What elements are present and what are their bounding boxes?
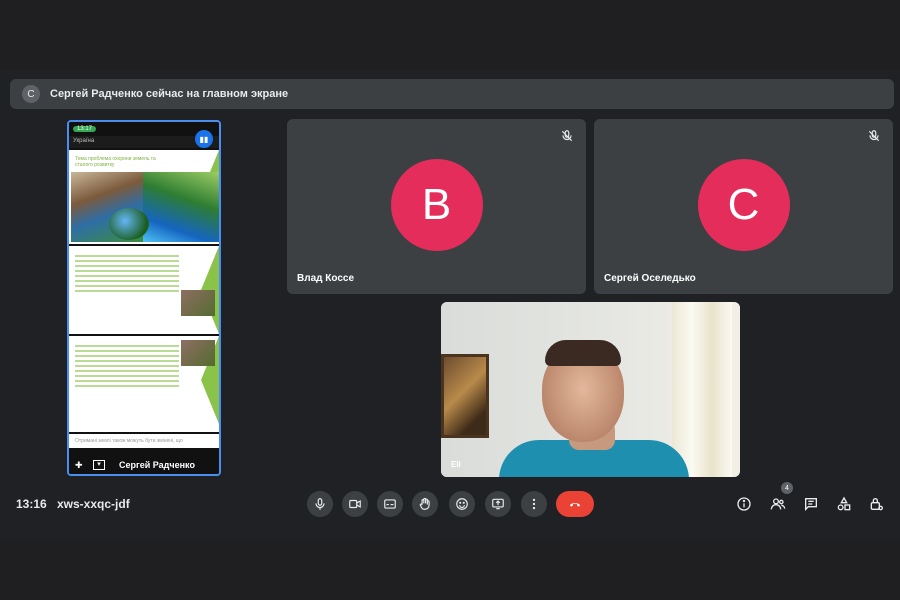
slide-3-image — [181, 340, 215, 366]
host-controls-button[interactable] — [867, 495, 885, 513]
participant-avatar: B — [390, 159, 483, 251]
screen-share-tile[interactable]: 13:17 ▮▮ Україна Тема проблема охорони з… — [67, 120, 221, 476]
slide-2 — [69, 246, 219, 334]
slide-image-globe — [109, 208, 149, 240]
captions-icon — [384, 499, 396, 509]
activities-button[interactable] — [835, 495, 853, 513]
participant-name: Влад Коссе — [297, 273, 355, 284]
slide-2-text — [75, 252, 179, 295]
mic-icon — [315, 498, 325, 510]
more-vert-icon — [532, 498, 536, 510]
participant-count-badge: 4 — [781, 482, 793, 494]
people-button[interactable] — [769, 495, 787, 513]
share-indicator-icon: ▮▮ — [195, 130, 213, 148]
more-options-button[interactable] — [521, 491, 547, 517]
camera-button[interactable] — [342, 491, 368, 517]
meeting-info-button[interactable] — [735, 495, 753, 513]
slide-3 — [69, 336, 219, 432]
camera-person-hair — [545, 340, 621, 366]
participant-name: Сергей Оселедько — [604, 273, 696, 284]
emoji-icon — [456, 498, 468, 510]
reactions-button[interactable] — [449, 491, 475, 517]
present-icon — [492, 498, 504, 510]
slide-3-text — [75, 342, 179, 390]
participant-tile-vlad[interactable]: B Влад Коссе — [287, 119, 586, 294]
captions-button[interactable] — [377, 491, 403, 517]
top-band — [0, 0, 900, 70]
present-button[interactable] — [485, 491, 511, 517]
presenter-name: Сергей Радченко — [119, 460, 195, 470]
mic-button[interactable] — [307, 491, 333, 517]
raise-hand-button[interactable] — [412, 491, 438, 517]
slide-2-image — [181, 290, 215, 316]
slide-1: Тема проблема охорони земель та сталого … — [69, 150, 219, 244]
camera-curtain — [672, 302, 732, 477]
videocam-icon — [349, 499, 361, 509]
bottom-band — [0, 540, 900, 600]
meeting-code: xws-xxqc-jdf — [57, 497, 130, 511]
chat-button[interactable] — [802, 495, 820, 513]
banner-avatar: C — [22, 85, 40, 103]
hand-icon — [419, 497, 430, 510]
people-icon — [770, 498, 786, 510]
mic-off-icon — [868, 130, 880, 142]
leave-call-button[interactable] — [556, 491, 594, 517]
slide-1-title: Тема проблема охорони земель та сталого … — [75, 156, 156, 168]
lock-person-icon — [870, 498, 883, 511]
presenter-bar: ✚ ▾ Сергей Радченко — [69, 456, 219, 474]
pin-icon[interactable]: ✚ — [75, 460, 85, 470]
fullscreen-icon[interactable]: ▾ — [93, 460, 105, 470]
participant-tile-sergey[interactable]: C Сергей Оселедько — [594, 119, 893, 294]
banner-text: Сергей Радченко сейчас на главном экране — [50, 88, 289, 100]
presenting-banner: C Сергей Радченко сейчас на главном экра… — [10, 79, 894, 109]
participant-tile-camera[interactable]: Eli — [441, 302, 740, 477]
participant-name: Eli — [451, 460, 461, 469]
call-end-icon — [569, 502, 581, 507]
camera-wall-painting — [441, 354, 489, 438]
mic-off-icon — [561, 130, 573, 142]
info-icon — [737, 497, 751, 511]
phone-time-pill: 13:17 — [73, 126, 97, 132]
meeting-time: 13:16 — [16, 497, 47, 511]
slide-4-text: Отримані землі також можуть бути змінені… — [69, 434, 219, 448]
slide-image-nature — [143, 172, 219, 242]
chat-icon — [805, 498, 817, 511]
shapes-icon — [837, 496, 851, 511]
participant-avatar: C — [697, 159, 790, 251]
